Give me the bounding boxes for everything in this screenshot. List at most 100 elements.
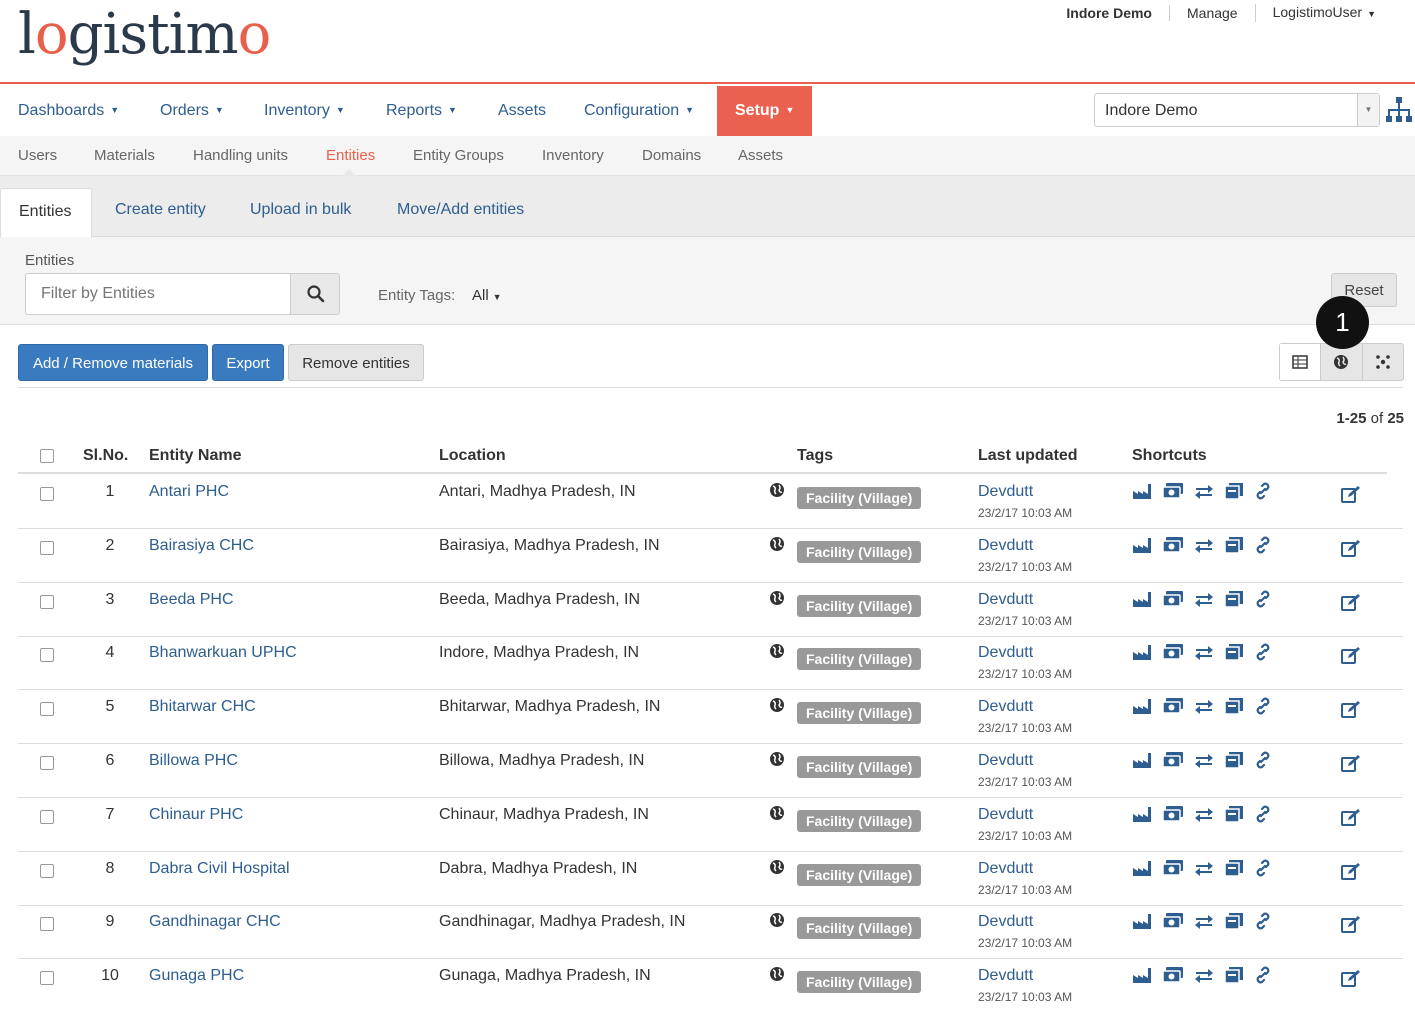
entity-name-link[interactable]: Gunaga PHC bbox=[149, 967, 244, 985]
updated-by-link[interactable]: Devdutt bbox=[978, 806, 1033, 824]
row-checkbox[interactable] bbox=[40, 595, 54, 609]
edit-icon[interactable] bbox=[1341, 915, 1361, 937]
subnav-inventory[interactable]: Inventory bbox=[542, 147, 604, 164]
globe-icon[interactable] bbox=[769, 482, 785, 502]
row-checkbox[interactable] bbox=[40, 541, 54, 555]
domain-link[interactable]: Indore Demo bbox=[1049, 5, 1169, 21]
nav-reports[interactable]: Reports ▼ bbox=[386, 86, 457, 136]
domain-select[interactable]: Indore Demo ▼ bbox=[1094, 93, 1380, 127]
globe-icon[interactable] bbox=[769, 590, 785, 610]
row-checkbox[interactable] bbox=[40, 971, 54, 985]
globe-icon[interactable] bbox=[769, 536, 785, 556]
stock-icon[interactable] bbox=[1224, 590, 1244, 608]
stock-icon[interactable] bbox=[1224, 751, 1244, 769]
money-icon[interactable] bbox=[1162, 751, 1184, 769]
link-icon[interactable] bbox=[1254, 859, 1272, 877]
factory-icon[interactable] bbox=[1132, 859, 1152, 877]
entity-name-link[interactable]: Beeda PHC bbox=[149, 591, 234, 609]
link-icon[interactable] bbox=[1254, 966, 1272, 984]
subnav-users[interactable]: Users bbox=[18, 147, 57, 164]
money-icon[interactable] bbox=[1162, 697, 1184, 715]
stock-icon[interactable] bbox=[1224, 643, 1244, 661]
tab-entities[interactable]: Entities bbox=[0, 188, 92, 238]
factory-icon[interactable] bbox=[1132, 966, 1152, 984]
globe-icon[interactable] bbox=[769, 859, 785, 879]
link-icon[interactable] bbox=[1254, 482, 1272, 500]
updated-by-link[interactable]: Devdutt bbox=[978, 483, 1033, 501]
money-icon[interactable] bbox=[1162, 859, 1184, 877]
edit-icon[interactable] bbox=[1341, 862, 1361, 884]
money-icon[interactable] bbox=[1162, 966, 1184, 984]
updated-by-link[interactable]: Devdutt bbox=[978, 752, 1033, 770]
transfer-icon[interactable] bbox=[1194, 536, 1214, 554]
money-icon[interactable] bbox=[1162, 805, 1184, 823]
transfer-icon[interactable] bbox=[1194, 912, 1214, 930]
edit-icon[interactable] bbox=[1341, 485, 1361, 507]
money-icon[interactable] bbox=[1162, 590, 1184, 608]
subnav-handling-units[interactable]: Handling units bbox=[193, 147, 288, 164]
transfer-icon[interactable] bbox=[1194, 643, 1214, 661]
stock-icon[interactable] bbox=[1224, 805, 1244, 823]
subnav-assets[interactable]: Assets bbox=[738, 147, 783, 164]
link-icon[interactable] bbox=[1254, 643, 1272, 661]
globe-icon[interactable] bbox=[769, 805, 785, 825]
logistimo-logo[interactable]: logistimo bbox=[18, 2, 271, 67]
link-icon[interactable] bbox=[1254, 697, 1272, 715]
add-remove-materials-button[interactable]: Add / Remove materials bbox=[18, 344, 208, 381]
edit-icon[interactable] bbox=[1341, 969, 1361, 991]
globe-icon[interactable] bbox=[769, 697, 785, 717]
link-icon[interactable] bbox=[1254, 912, 1272, 930]
entity-name-link[interactable]: Chinaur PHC bbox=[149, 806, 243, 824]
stock-icon[interactable] bbox=[1224, 966, 1244, 984]
subnav-materials[interactable]: Materials bbox=[94, 147, 155, 164]
tab-move-add[interactable]: Move/Add entities bbox=[397, 201, 524, 219]
link-icon[interactable] bbox=[1254, 751, 1272, 769]
edit-icon[interactable] bbox=[1341, 646, 1361, 668]
money-icon[interactable] bbox=[1162, 643, 1184, 661]
nav-assets[interactable]: Assets bbox=[498, 86, 546, 136]
col-entity-name[interactable]: Entity Name bbox=[149, 447, 241, 465]
entity-name-link[interactable]: Bhanwarkuan UPHC bbox=[149, 644, 297, 662]
link-icon[interactable] bbox=[1254, 590, 1272, 608]
map-view-button[interactable] bbox=[1320, 344, 1361, 380]
row-checkbox[interactable] bbox=[40, 756, 54, 770]
manage-link[interactable]: Manage bbox=[1169, 5, 1255, 21]
factory-icon[interactable] bbox=[1132, 751, 1152, 769]
search-button[interactable] bbox=[290, 273, 340, 315]
table-view-button[interactable] bbox=[1280, 344, 1321, 380]
entity-filter-input[interactable] bbox=[25, 273, 291, 315]
row-checkbox[interactable] bbox=[40, 864, 54, 878]
transfer-icon[interactable] bbox=[1194, 966, 1214, 984]
entity-name-link[interactable]: Gandhinagar CHC bbox=[149, 913, 281, 931]
updated-by-link[interactable]: Devdutt bbox=[978, 591, 1033, 609]
updated-by-link[interactable]: Devdutt bbox=[978, 537, 1033, 555]
transfer-icon[interactable] bbox=[1194, 697, 1214, 715]
money-icon[interactable] bbox=[1162, 482, 1184, 500]
stock-icon[interactable] bbox=[1224, 697, 1244, 715]
row-checkbox[interactable] bbox=[40, 917, 54, 931]
nav-configuration[interactable]: Configuration ▼ bbox=[584, 86, 694, 136]
edit-icon[interactable] bbox=[1341, 593, 1361, 615]
row-checkbox[interactable] bbox=[40, 487, 54, 501]
export-button[interactable]: Export bbox=[212, 344, 284, 381]
select-all-checkbox[interactable] bbox=[40, 449, 54, 463]
subnav-entity-groups[interactable]: Entity Groups bbox=[413, 147, 504, 164]
money-icon[interactable] bbox=[1162, 536, 1184, 554]
remove-entities-button[interactable]: Remove entities bbox=[288, 344, 424, 381]
stock-icon[interactable] bbox=[1224, 859, 1244, 877]
transfer-icon[interactable] bbox=[1194, 859, 1214, 877]
factory-icon[interactable] bbox=[1132, 697, 1152, 715]
factory-icon[interactable] bbox=[1132, 912, 1152, 930]
subnav-entities[interactable]: Entities bbox=[326, 147, 375, 164]
user-menu[interactable]: LogistimoUser ▼ bbox=[1254, 4, 1393, 22]
entity-name-link[interactable]: Dabra Civil Hospital bbox=[149, 860, 290, 878]
transfer-icon[interactable] bbox=[1194, 590, 1214, 608]
edit-icon[interactable] bbox=[1341, 539, 1361, 561]
transfer-icon[interactable] bbox=[1194, 805, 1214, 823]
row-checkbox[interactable] bbox=[40, 648, 54, 662]
nav-orders[interactable]: Orders ▼ bbox=[160, 86, 224, 136]
globe-icon[interactable] bbox=[769, 912, 785, 932]
factory-icon[interactable] bbox=[1132, 482, 1152, 500]
updated-by-link[interactable]: Devdutt bbox=[978, 967, 1033, 985]
edit-icon[interactable] bbox=[1341, 754, 1361, 776]
